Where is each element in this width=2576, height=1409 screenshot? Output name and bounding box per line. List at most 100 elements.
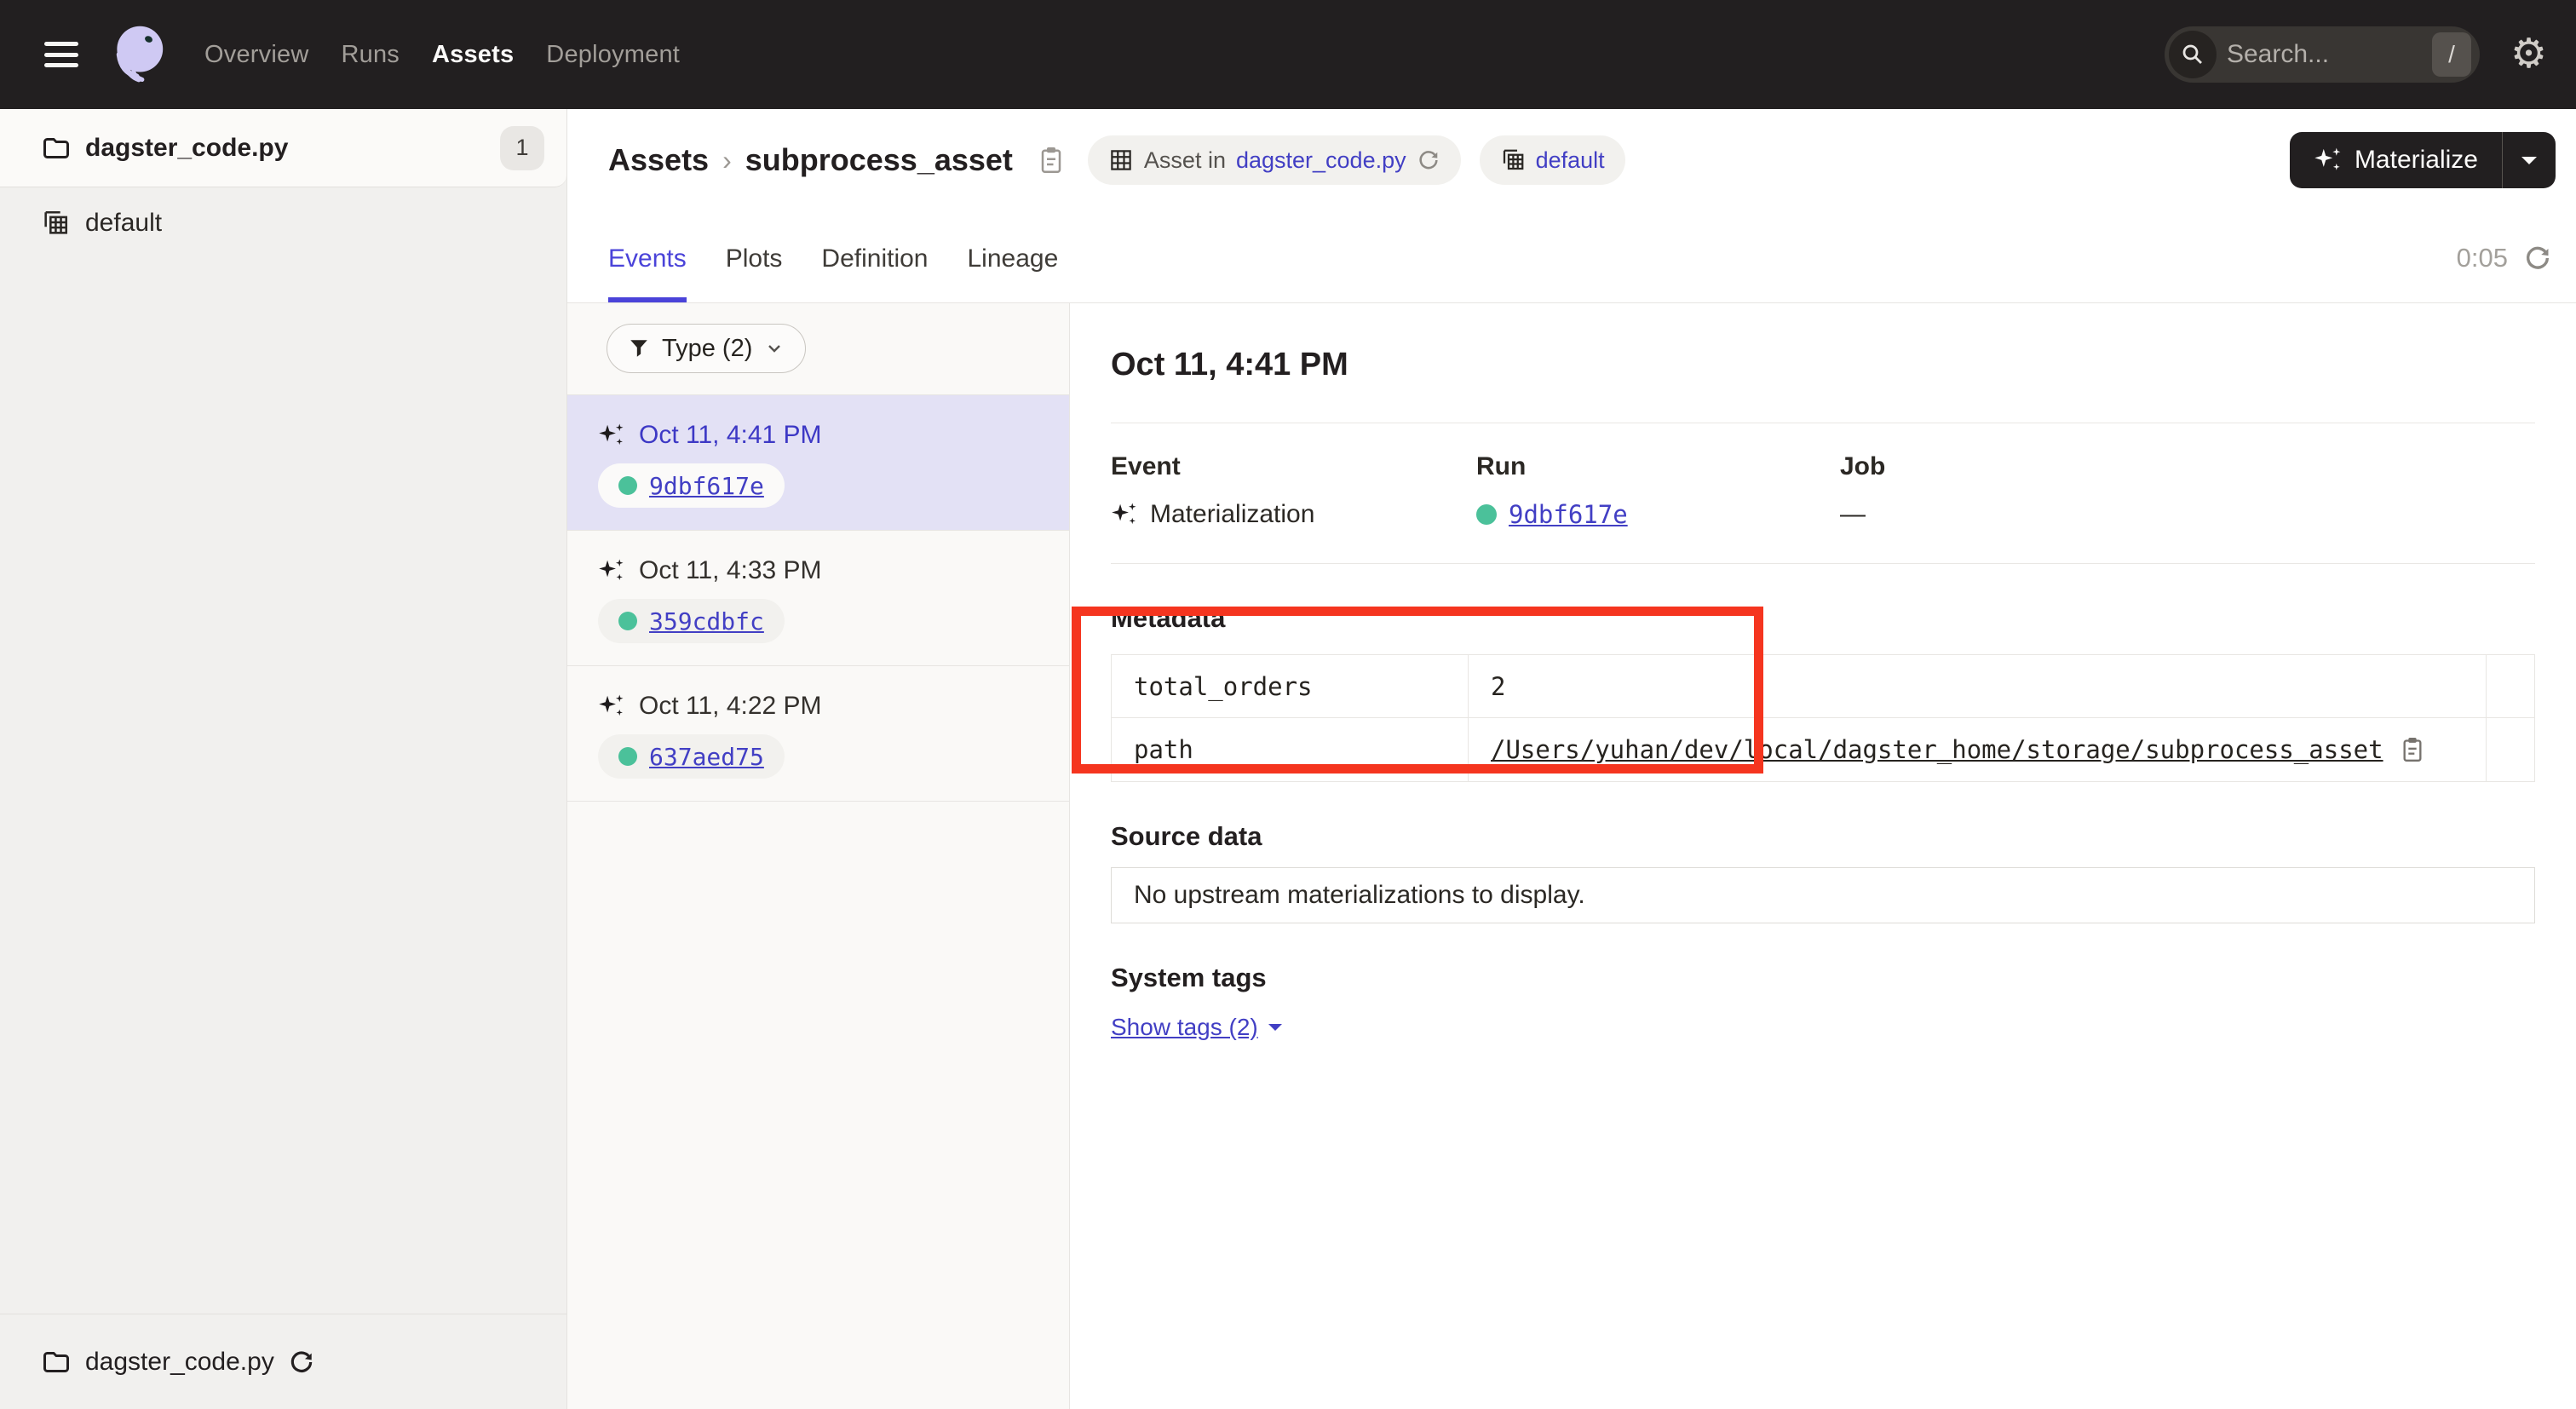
copy-asset-name-icon[interactable] [1038,145,1064,175]
job-value: — [1840,500,1866,529]
primary-nav: Overview Runs Assets Deployment [204,41,680,69]
sidebar-module-count-badge: 1 [500,126,544,170]
run-status-dot [1476,504,1497,525]
asset-group-link[interactable]: default [1536,147,1605,174]
tab-plots[interactable]: Plots [726,244,783,302]
folder-icon [41,1347,72,1377]
asset-location-link[interactable]: dagster_code.py [1236,147,1406,174]
gear-icon[interactable]: ⚙ [2510,34,2547,75]
chevron-down-icon [764,338,785,359]
copy-path-icon[interactable] [2401,735,2424,764]
search-icon [2169,31,2217,78]
materialize-button[interactable]: Materialize [2290,132,2502,188]
event-timestamp: Oct 11, 4:41 PM [639,421,822,450]
breadcrumb-separator: › [722,145,732,176]
source-data-heading: Source data [1111,821,2535,852]
asset-tags: Asset in dagster_code.py [1088,135,1625,185]
divider [1111,563,2535,564]
dagster-logo-icon[interactable] [104,20,174,89]
search-input[interactable] [2217,40,2432,69]
run-id-link[interactable]: 637aed75 [649,743,764,771]
caret-down-icon [1268,1024,1282,1038]
materialization-sparkle-icon [1111,503,1138,526]
metadata-path-link[interactable]: /Users/yuhan/dev/local/dagster_home/stor… [1491,735,2383,764]
asset-tabs: Events Plots Definition Lineage [608,244,1058,302]
run-label: Run [1476,452,1840,481]
materialization-sparkle-icon [598,694,625,718]
run-id-link[interactable]: 9dbf617e [1509,500,1628,529]
run-status-dot [618,747,637,766]
refresh-icon[interactable] [2523,244,2552,273]
metadata-heading: Metadata [1111,603,2535,634]
run-pill[interactable]: 359cdbfc [598,599,785,643]
run-id-link[interactable]: 359cdbfc [649,607,764,635]
event-detail-panel: Oct 11, 4:41 PM Event [1070,303,2576,1409]
event-type-value: Materialization [1150,500,1314,529]
materialization-sparkle-icon [598,559,625,583]
filter-funnel-icon [628,337,650,359]
materialize-dropdown-caret[interactable] [2503,132,2556,188]
main-area: Assets › subprocess_asset [567,109,2576,1409]
event-timestamp: Oct 11, 4:22 PM [639,692,822,721]
refresh-timer: 0:05 [2457,243,2508,273]
event-list-item[interactable]: Oct 11, 4:41 PM 9dbf617e [567,395,1069,531]
sidebar: dagster_code.py 1 default [0,109,567,1409]
run-id-link[interactable]: 9dbf617e [649,472,764,500]
reload-code-location-icon[interactable] [288,1349,315,1376]
metadata-key: total_orders [1112,655,1469,718]
metadata-table: total_orders 2 path /Users/yuhan/dev/loc… [1111,654,2535,782]
event-list-item[interactable]: Oct 11, 4:22 PM 637aed75 [567,666,1069,802]
nav-right: / ⚙ [2165,26,2547,83]
asset-location-tag: Asset in dagster_code.py [1088,135,1461,185]
nav-item-assets[interactable]: Assets [432,41,514,69]
metadata-value: /Users/yuhan/dev/local/dagster_home/stor… [1469,718,2487,781]
materialization-sparkle-icon [598,423,625,447]
repo-icon [1500,147,1526,173]
nav-item-overview[interactable]: Overview [204,41,308,69]
sidebar-module-label: dagster_code.py [85,134,288,163]
event-timestamp: Oct 11, 4:33 PM [639,556,822,585]
event-info-grid: Event Materialization [1111,452,2535,529]
page-title: subprocess_asset [745,142,1013,178]
source-data-empty-message: No upstream materializations to display. [1134,881,1585,910]
show-tags-toggle[interactable]: Show tags (2) [1111,1014,1282,1041]
sparkle-icon [2314,147,2343,173]
folder-icon [41,133,72,164]
top-nav: Overview Runs Assets Deployment / ⚙ [0,0,2576,109]
app-root: Overview Runs Assets Deployment / ⚙ [0,0,2576,1409]
materialize-split-button: Materialize [2290,132,2556,188]
run-pill[interactable]: 637aed75 [598,734,785,779]
type-filter-button[interactable]: Type (2) [607,324,806,373]
tab-events[interactable]: Events [608,244,687,302]
sidebar-footer: dagster_code.py [0,1314,566,1409]
repo-icon [41,209,70,238]
sidebar-module-header[interactable]: dagster_code.py 1 [0,109,566,187]
metadata-key: path [1112,718,1469,781]
breadcrumb: Assets › subprocess_asset [608,142,1064,178]
breadcrumb-assets-link[interactable]: Assets [608,142,709,178]
tab-lineage[interactable]: Lineage [968,244,1059,302]
reload-definitions-icon[interactable] [1417,148,1440,172]
asset-group-tag: default [1480,135,1625,185]
nav-item-deployment[interactable]: Deployment [546,41,680,69]
search-box[interactable]: / [2165,26,2480,83]
job-icon [1108,147,1134,173]
tab-definition[interactable]: Definition [821,244,928,302]
event-list-item[interactable]: Oct 11, 4:33 PM 359cdbfc [567,531,1069,666]
events-list-panel: Type (2) [567,303,1070,1409]
nav-item-runs[interactable]: Runs [341,41,400,69]
run-pill[interactable]: 9dbf617e [598,463,785,508]
search-shortcut-key: / [2432,32,2471,77]
run-status-dot [618,612,637,630]
event-label: Event [1111,452,1476,481]
job-label: Job [1840,452,2535,481]
metadata-value: 2 [1469,655,2487,718]
run-status-dot [618,476,637,495]
system-tags-heading: System tags [1111,963,2535,993]
sidebar-item-default[interactable]: default [0,193,566,254]
asset-location-prefix: Asset in [1144,147,1226,174]
hamburger-menu-icon[interactable] [44,42,78,67]
sidebar-item-label: default [85,209,162,238]
asset-header: Assets › subprocess_asset [567,109,2576,303]
metadata-empty-cell [2487,655,2534,718]
